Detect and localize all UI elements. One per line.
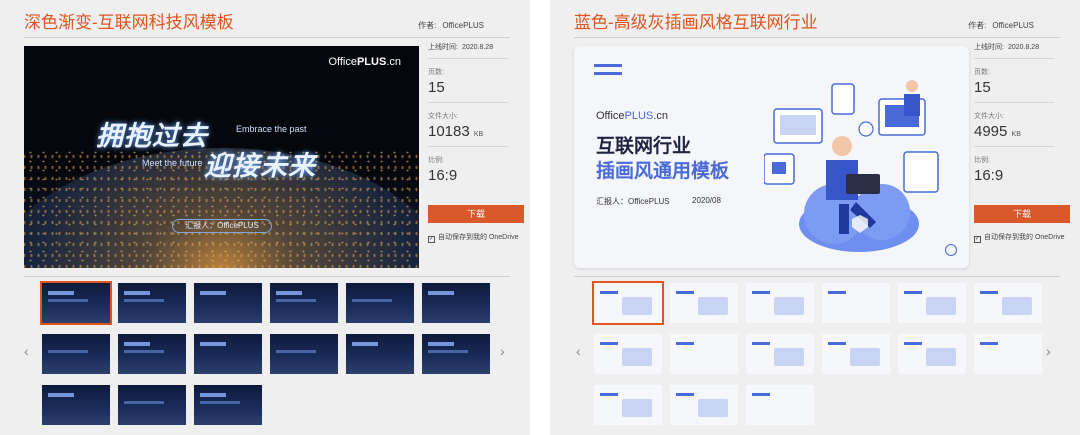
slide-thumbnail[interactable] xyxy=(746,385,814,425)
download-button[interactable]: 下载 xyxy=(428,205,524,223)
slide-thumbnail[interactable] xyxy=(42,334,110,374)
slide-reporter: 汇报人：OfficePLUS xyxy=(172,219,272,233)
template-card-light: 蓝色-高级灰插画风格互联网行业 作者: OfficePLUS OfficePLUS… xyxy=(550,0,1080,435)
onedrive-checkbox-row[interactable]: ✓ 自动保存到我的 OneDrive xyxy=(428,232,519,243)
logo-mark xyxy=(594,64,622,67)
slide-thumbnail[interactable] xyxy=(422,283,490,323)
divider xyxy=(974,102,1054,103)
slide-thumbnail[interactable] xyxy=(270,283,338,323)
template-preview[interactable]: OfficePLUS.cn 拥抱过去 Embrace the past Meet… xyxy=(24,46,419,268)
divider xyxy=(428,58,508,59)
slide-reporter: 汇报人：OfficePLUS xyxy=(596,197,670,206)
divider xyxy=(428,146,508,147)
template-info: 上线时间: 2020.8.28 页数: 15 文件大小: 10183 KB 比例:… xyxy=(428,42,508,184)
ratio-label: 比例: xyxy=(428,157,444,164)
brand-logo: OfficePLUS.cn xyxy=(596,110,668,122)
slide-thumbnail[interactable] xyxy=(594,385,662,425)
pages-value: 15 xyxy=(974,79,991,96)
prev-arrow-icon[interactable]: ‹ xyxy=(24,343,29,359)
slide-thumbnail[interactable] xyxy=(974,334,1042,374)
upload-date-row: 上线时间: 2020.8.28 xyxy=(974,44,1040,51)
divider xyxy=(428,102,508,103)
pages-value: 15 xyxy=(428,79,445,96)
prev-arrow-icon[interactable]: ‹ xyxy=(576,343,581,359)
template-title: 深色渐变-互联网科技风模板 xyxy=(24,13,234,32)
pages-label: 页数: xyxy=(974,69,990,76)
slide-thumbnail[interactable] xyxy=(974,283,1042,323)
slide-thumbnail[interactable] xyxy=(670,283,738,323)
template-title: 蓝色-高级灰插画风格互联网行业 xyxy=(574,13,818,32)
slide-heading-1: 拥抱过去 xyxy=(96,121,208,151)
globe-icon xyxy=(945,244,957,256)
author-info: 作者: OfficePLUS xyxy=(418,21,484,30)
brand-logo: OfficePLUS.cn xyxy=(328,56,401,68)
ratio-value: 16:9 xyxy=(428,167,458,184)
divider xyxy=(974,58,1054,59)
author-name: OfficePLUS xyxy=(442,21,484,30)
slide-thumbnail[interactable] xyxy=(346,283,414,323)
illustration xyxy=(764,80,939,252)
slide-thumbnail[interactable] xyxy=(194,385,262,425)
slide-thumbnail[interactable] xyxy=(194,334,262,374)
author-name: OfficePLUS xyxy=(992,21,1034,30)
divider xyxy=(24,37,510,38)
slide-date: 2020/08 xyxy=(692,196,721,205)
ratio-label: 比例: xyxy=(974,157,990,164)
download-button[interactable]: 下载 xyxy=(974,205,1070,223)
size-value: 4995 KB xyxy=(974,123,1021,140)
slide-thumbnail[interactable] xyxy=(118,334,186,374)
divider xyxy=(974,146,1054,147)
next-arrow-icon[interactable]: › xyxy=(1046,343,1051,359)
next-arrow-icon[interactable]: › xyxy=(500,343,505,359)
slide-thumbnail[interactable] xyxy=(670,385,738,425)
size-label: 文件大小: xyxy=(974,113,1004,120)
pages-label: 页数: xyxy=(428,69,444,76)
slide-heading-1: 互联网行业 xyxy=(596,136,692,157)
size-label: 文件大小: xyxy=(428,113,458,120)
author-info: 作者: OfficePLUS xyxy=(968,21,1034,30)
slide-thumbnail[interactable] xyxy=(592,281,664,325)
template-info: 上线时间: 2020.8.28 页数: 15 文件大小: 4995 KB 比例: … xyxy=(974,42,1054,184)
onedrive-checkbox-row[interactable]: ✓ 自动保存到我的 OneDrive xyxy=(974,232,1065,243)
slide-thumbnail[interactable] xyxy=(270,334,338,374)
slide-thumbnail[interactable] xyxy=(898,334,966,374)
slide-heading-2: 迎接未来 xyxy=(204,151,316,181)
divider xyxy=(574,37,1060,38)
divider xyxy=(574,276,1060,277)
slide-thumbnail[interactable] xyxy=(346,334,414,374)
divider xyxy=(24,276,510,277)
slide-thumbnail[interactable] xyxy=(822,334,890,374)
slide-thumbnail[interactable] xyxy=(898,283,966,323)
slide-heading-2: 插画风通用模板 xyxy=(596,161,730,182)
slide-thumbnail[interactable] xyxy=(194,283,262,323)
ratio-value: 16:9 xyxy=(974,167,1004,184)
slide-thumbnail[interactable] xyxy=(118,385,186,425)
slide-thumbnail[interactable] xyxy=(746,334,814,374)
slide-subheading-1: Embrace the past xyxy=(236,124,307,134)
slide-thumbnail[interactable] xyxy=(670,334,738,374)
slide-subheading-2: Meet the future xyxy=(142,158,203,168)
slide-thumbnail[interactable] xyxy=(40,281,112,325)
slide-thumbnail[interactable] xyxy=(118,283,186,323)
upload-date-row: 上线时间: 2020.8.28 xyxy=(428,44,494,51)
slide-thumbnail[interactable] xyxy=(422,334,490,374)
slide-thumbnail[interactable] xyxy=(822,283,890,323)
template-card-dark: 深色渐变-互联网科技风模板 作者: OfficePLUS OfficePLUS.c… xyxy=(0,0,530,435)
checkbox-icon[interactable]: ✓ xyxy=(428,236,435,243)
slide-thumbnail[interactable] xyxy=(746,283,814,323)
slide-thumbnail[interactable] xyxy=(42,385,110,425)
checkbox-icon[interactable]: ✓ xyxy=(974,236,981,243)
template-preview[interactable]: OfficePLUS.cn 互联网行业 插画风通用模板 汇报人：OfficePL… xyxy=(574,46,969,268)
size-value: 10183 KB xyxy=(428,123,484,140)
slide-thumbnail[interactable] xyxy=(594,334,662,374)
